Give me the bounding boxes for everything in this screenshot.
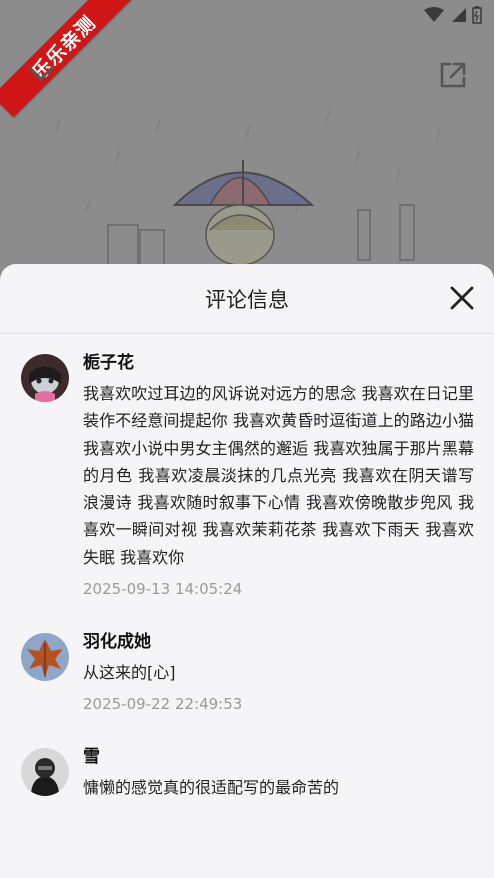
avatar[interactable] xyxy=(21,748,69,797)
close-button[interactable] xyxy=(448,284,476,312)
share-icon xyxy=(440,62,466,88)
comment-text: 从这来的[心] xyxy=(83,663,176,683)
sheet-header: 评论信息 xyxy=(0,264,494,334)
battery-icon xyxy=(472,6,482,24)
collapse-button[interactable] xyxy=(24,58,58,88)
chevron-down-icon xyxy=(28,66,54,82)
user-name[interactable]: 栀子花 xyxy=(83,348,474,378)
user-name[interactable]: 雪 xyxy=(83,742,474,772)
comment-timestamp: 2025-09-22 22:49:53 xyxy=(83,695,243,714)
wifi-icon xyxy=(424,7,444,22)
comment-text: 慵懒的感觉真的很适配写的最命苦的 xyxy=(83,778,340,798)
comments-sheet: 评论信息 栀子花 我喜欢吹过耳边的风诉说对远方的思念 我喜欢在日记里装作不经意间… xyxy=(0,264,494,878)
comment-timestamp: 2025-09-13 14:05:24 xyxy=(83,580,243,599)
close-icon xyxy=(450,286,474,310)
comment-text: 我喜欢吹过耳边的风诉说对远方的思念 我喜欢在日记里装作不经意间提起你 我喜欢黄昏… xyxy=(83,384,474,567)
sheet-title: 评论信息 xyxy=(205,288,289,312)
status-icons xyxy=(424,6,482,24)
share-button[interactable] xyxy=(436,58,470,92)
comment-list: 栀子花 我喜欢吹过耳边的风诉说对远方的思念 我喜欢在日记里装作不经意间提起你 我… xyxy=(0,348,494,802)
avatar[interactable] xyxy=(21,354,69,402)
comment-item: 雪 慵懒的感觉真的很适配写的最命苦的 xyxy=(0,742,494,801)
comment-item: 栀子花 我喜欢吹过耳边的风诉说对远方的思念 我喜欢在日记里装作不经意间提起你 我… xyxy=(0,348,494,601)
comment-item: 羽化成她 从这来的[心] 2025-09-22 22:49:53 xyxy=(0,627,494,716)
signal-icon xyxy=(452,8,466,22)
avatar[interactable] xyxy=(21,633,69,682)
user-name[interactable]: 羽化成她 xyxy=(83,627,474,657)
